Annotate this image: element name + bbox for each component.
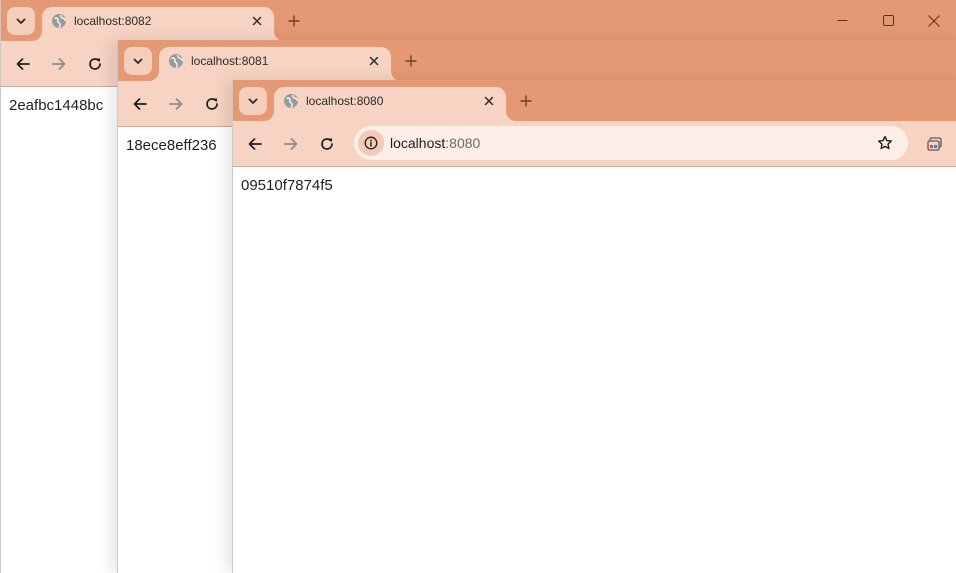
reload-icon [321, 138, 333, 150]
tab-title: localhost:8082 [74, 14, 152, 28]
reload-button[interactable] [197, 89, 227, 119]
arrow-right-icon [284, 138, 298, 150]
tab-close-button[interactable] [366, 53, 382, 69]
address-bar[interactable]: localhost:8080 [354, 126, 908, 160]
tab-groups-icon [927, 137, 942, 151]
arrow-left-icon [248, 138, 262, 150]
reload-button[interactable] [312, 129, 342, 159]
tab-groups-button[interactable] [921, 130, 949, 158]
chevron-down-icon [16, 18, 26, 24]
forward-button[interactable] [276, 129, 306, 159]
arrow-right-icon [52, 58, 66, 70]
title-bar: localhost:8080 [233, 80, 956, 121]
tab-close-button[interactable] [249, 13, 265, 29]
title-bar: localhost:8082 [1, 0, 956, 41]
new-tab-button[interactable] [512, 87, 540, 115]
back-button[interactable] [125, 89, 155, 119]
title-bar: localhost:8081 [118, 40, 956, 81]
plus-icon [520, 95, 532, 107]
forward-button[interactable] [161, 89, 191, 119]
tab-localhost-8082[interactable]: localhost:8082 [42, 7, 274, 41]
toolbar-divider [233, 166, 956, 167]
chevron-down-icon [248, 98, 258, 104]
close-icon [928, 14, 940, 27]
arrow-left-icon [133, 98, 147, 110]
close-icon [369, 56, 379, 66]
tab-title: localhost:8080 [306, 94, 384, 108]
url-port: :8080 [445, 135, 481, 151]
page-content-text: 18ece8eff236 [126, 137, 217, 154]
reload-button[interactable] [80, 49, 110, 79]
site-info-button[interactable] [358, 130, 384, 156]
page-content-text: 2eafbc1448bc [9, 97, 104, 114]
new-tab-button[interactable] [280, 7, 308, 35]
tab-search-button[interactable] [124, 47, 152, 75]
tab-title: localhost:8081 [191, 54, 269, 68]
back-button[interactable] [8, 49, 38, 79]
reload-icon [89, 58, 101, 70]
window-controls [819, 0, 956, 41]
page-content-text: 09510f7874f5 [241, 177, 333, 194]
plus-icon [405, 55, 417, 67]
globe-icon [284, 94, 299, 108]
tab-localhost-8080[interactable]: localhost:8080 [274, 87, 506, 121]
arrow-left-icon [16, 58, 30, 70]
url-host: localhost [390, 135, 446, 151]
plus-icon [288, 15, 300, 27]
address-bar-url[interactable]: localhost:8080 [390, 135, 480, 151]
star-icon [878, 135, 892, 150]
info-icon [364, 136, 378, 150]
tab-search-button[interactable] [7, 7, 35, 35]
chevron-down-icon [133, 58, 143, 64]
back-button[interactable] [240, 129, 270, 159]
toolbar: localhost:8080 [233, 121, 956, 166]
forward-button[interactable] [44, 49, 74, 79]
maximize-icon [882, 15, 894, 26]
tab-localhost-8081[interactable]: localhost:8081 [159, 47, 391, 81]
close-icon [484, 96, 494, 106]
reload-icon [206, 98, 218, 110]
browser-window-8080: localhost:8080 localhost:8080 09510f7874… [232, 80, 956, 573]
new-tab-button[interactable] [397, 47, 425, 75]
minimize-button[interactable] [819, 0, 865, 41]
arrow-right-icon [169, 98, 183, 110]
close-window-button[interactable] [911, 0, 956, 41]
globe-icon [52, 14, 67, 28]
globe-icon [169, 54, 184, 68]
tab-close-button[interactable] [481, 93, 497, 109]
tab-search-button[interactable] [239, 87, 267, 115]
bookmark-button[interactable] [876, 134, 894, 152]
close-icon [252, 16, 262, 26]
maximize-button[interactable] [865, 0, 911, 41]
minimize-icon [837, 20, 847, 21]
